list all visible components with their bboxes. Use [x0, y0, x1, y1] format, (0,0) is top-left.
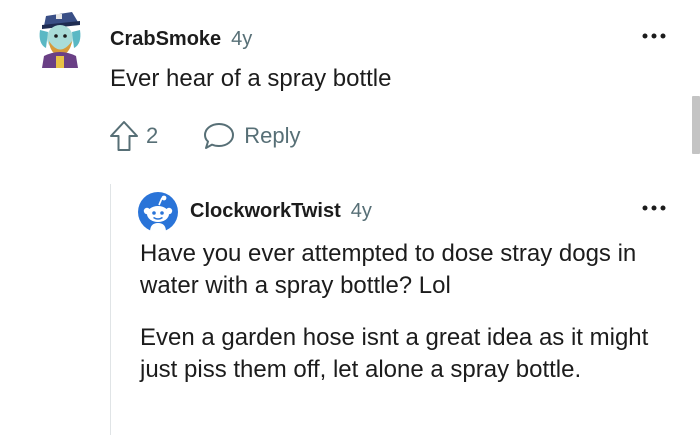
reply-button[interactable]: Reply: [202, 121, 301, 151]
reply-more-options-button[interactable]: [638, 198, 670, 218]
reply-age: 4y: [350, 199, 372, 222]
comment-more-options-button[interactable]: [638, 26, 670, 46]
comment-author[interactable]: CrabSmoke: [110, 28, 221, 51]
reply-meta: ClockworkTwist 4y: [190, 196, 372, 226]
avatar-image: [39, 12, 81, 68]
default-snoo-avatar-icon: [138, 192, 178, 232]
thread-line[interactable]: [110, 184, 111, 435]
reply-author[interactable]: ClockworkTwist: [190, 200, 341, 223]
vote-count: 2: [146, 123, 159, 148]
upvote-button[interactable]: 2: [108, 119, 158, 153]
avatar-crabsmoke[interactable]: [32, 8, 88, 70]
reply-body-paragraph: Even a garden hose isnt a great idea as …: [140, 324, 649, 383]
upvote-arrow-icon: [110, 121, 138, 151]
comment-meta: CrabSmoke 4y: [110, 24, 252, 54]
scrollbar-thumb[interactable]: [692, 96, 700, 154]
comment-action-bar: 2 Reply: [108, 118, 301, 154]
more-options-icon: [642, 205, 666, 211]
more-options-icon: [642, 33, 666, 39]
comment-bubble-icon: [204, 123, 235, 149]
reply-body-paragraph: Have you ever attempted to dose stray do…: [140, 240, 637, 299]
comment-age: 4y: [231, 27, 253, 50]
comment-body: Ever hear of a spray bottle: [110, 65, 392, 92]
reply-label: Reply: [244, 123, 301, 148]
avatar-clockworktwist[interactable]: [138, 192, 178, 232]
